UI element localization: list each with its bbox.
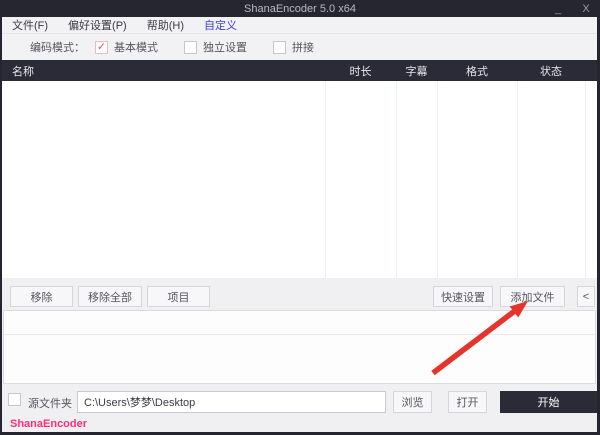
checkbox-independent-settings[interactable] [184, 41, 197, 54]
start-button[interactable]: 开始 [500, 391, 597, 413]
check-icon: ✓ [97, 42, 106, 53]
add-files-button[interactable]: 添加文件 [500, 286, 565, 307]
minimize-icon[interactable]: _ [549, 0, 567, 17]
app-window: ShanaEncoder 5.0 x64 _ X 文件(F) 偏好设置(P) 帮… [0, 0, 600, 435]
checkbox-basic-mode[interactable]: ✓ [95, 41, 108, 54]
column-divider [437, 81, 438, 278]
column-status[interactable]: 状态 [517, 63, 585, 79]
menu-bar: 文件(F) 偏好设置(P) 帮助(H) 自定义 [2, 17, 597, 34]
source-folder-checkbox[interactable] [8, 393, 21, 406]
file-list[interactable] [2, 81, 597, 278]
close-icon[interactable]: X [577, 0, 595, 17]
menu-customize[interactable]: 自定义 [194, 17, 247, 33]
title-bar: ShanaEncoder 5.0 x64 [0, 0, 600, 17]
column-duration[interactable]: 时长 [325, 63, 396, 79]
open-button[interactable]: 打开 [448, 391, 487, 413]
remove-all-button[interactable]: 移除全部 [78, 286, 142, 307]
column-divider [585, 81, 586, 278]
remove-button[interactable]: 移除 [10, 286, 73, 307]
log-panel-divider [4, 334, 595, 335]
column-divider [517, 81, 518, 278]
column-format[interactable]: 格式 [437, 63, 517, 79]
column-name[interactable]: 名称 [2, 63, 325, 79]
window-border-left [0, 17, 2, 435]
concat-label[interactable]: 拼接 [292, 39, 314, 55]
status-bar: ShanaEncoder [2, 415, 597, 432]
brand-logo: ShanaEncoder [10, 418, 87, 430]
encode-mode-bar: 编码模式： ✓ 基本模式 独立设置 拼接 [2, 34, 597, 60]
quick-settings-button[interactable]: 快速设置 [433, 286, 493, 307]
column-divider [396, 81, 397, 278]
column-divider [325, 81, 326, 278]
column-subtitle[interactable]: 字幕 [396, 63, 437, 79]
menu-file[interactable]: 文件(F) [2, 17, 58, 33]
menu-help[interactable]: 帮助(H) [137, 17, 194, 33]
menu-preferences[interactable]: 偏好设置(P) [58, 17, 137, 33]
window-title: ShanaEncoder 5.0 x64 [244, 3, 356, 15]
basic-mode-label[interactable]: 基本模式 [114, 39, 158, 55]
browse-button[interactable]: 浏览 [393, 391, 432, 413]
checkbox-concat[interactable] [273, 41, 286, 54]
collapse-panel-button[interactable]: < [577, 286, 595, 307]
output-path-input[interactable] [77, 391, 386, 413]
project-button[interactable]: 项目 [147, 286, 210, 307]
log-panel[interactable] [3, 310, 596, 384]
independent-settings-label[interactable]: 独立设置 [203, 39, 247, 55]
encode-mode-label: 编码模式： [30, 39, 85, 55]
file-table-header: 名称 时长 字幕 格式 状态 [2, 60, 597, 81]
source-folder-label: 源文件夹 [28, 395, 72, 411]
